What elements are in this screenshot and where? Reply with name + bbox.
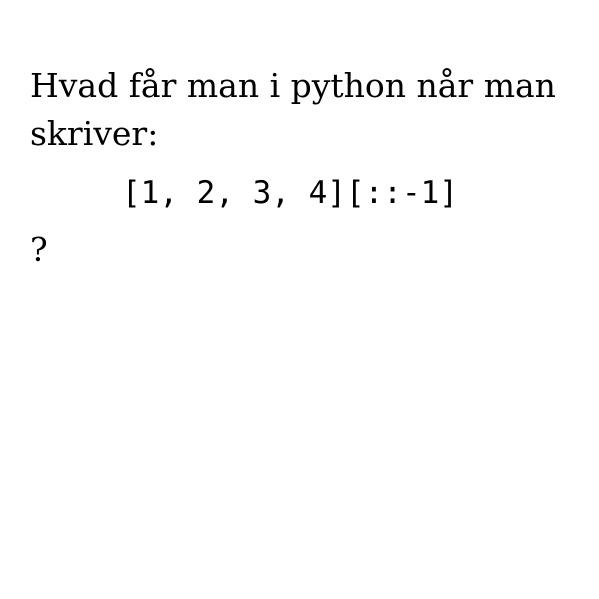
code-snippet: [1, 2, 3, 4][::-1] [122, 175, 458, 211]
question-text: Hvad får man i python når man skriver: [30, 62, 570, 158]
question-line-1: Hvad får man i python når man [30, 66, 556, 105]
question-line-2: skriver: [30, 114, 159, 153]
question-mark: ? [30, 230, 48, 269]
question-card: Hvad får man i python når man skriver: [… [0, 0, 599, 599]
